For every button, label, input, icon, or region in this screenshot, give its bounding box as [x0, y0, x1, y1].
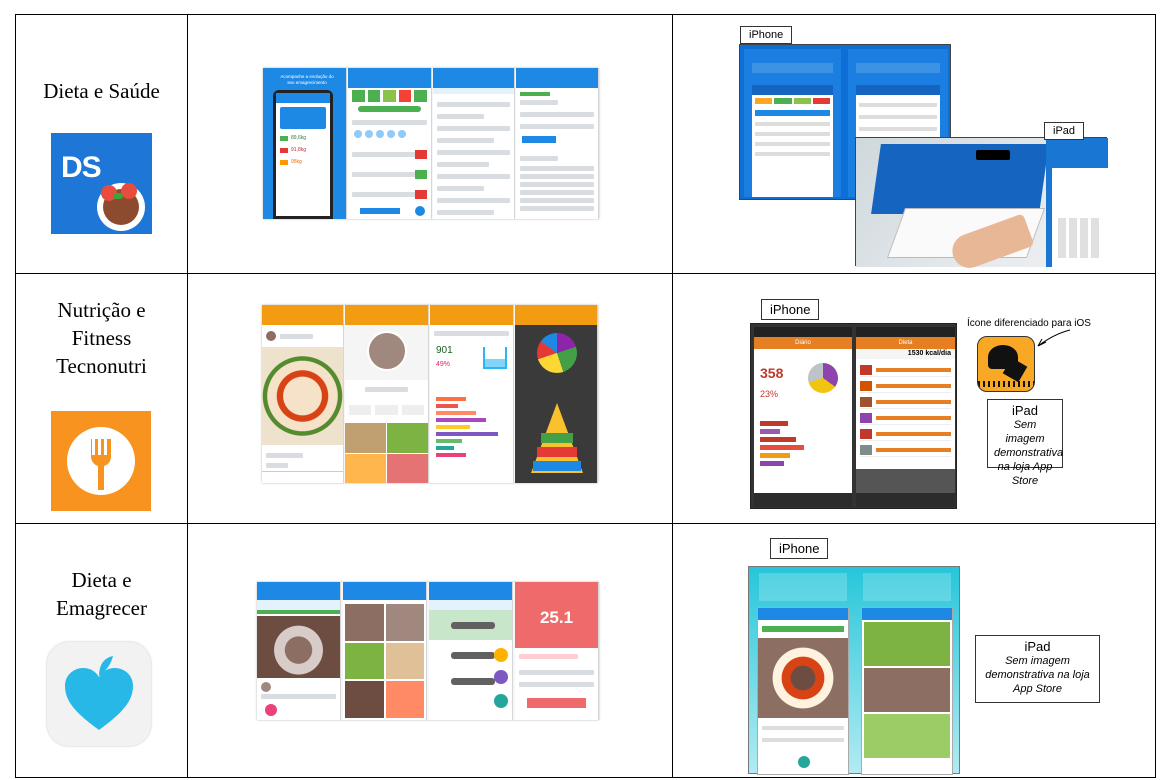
ipad-note-body: Sem imagem demonstrativa na loja App Sto…: [994, 419, 1064, 487]
ios-iphone-screenshots: Diário 358 23% Dieta 1530 kcal/dia: [750, 323, 957, 509]
screenshot-evolution: Acompanhe a evolução do seu emagreciment…: [263, 68, 347, 219]
screenshot-food-search: [433, 68, 515, 219]
ipad-label: iPad: [1044, 122, 1085, 140]
ds-logo-icon: DS: [51, 133, 152, 234]
weight-value: 89,6kg: [291, 135, 307, 141]
fork-icon: [51, 411, 151, 511]
app-cell: Nutrição e Fitness Tecnonutri: [16, 274, 187, 523]
app-name: Dieta e Saúde: [43, 79, 160, 103]
ios-icon-note: Ícone diferenciado para iOS: [967, 318, 1091, 329]
screenshot-diary: 901 49%: [430, 305, 514, 483]
promo-caption: Acompanhe a evolução do seu emagreciment…: [280, 74, 334, 85]
table-col-divider: [672, 14, 673, 778]
app-name: Nutrição e Fitness Tecnonutri: [56, 298, 147, 378]
table-border-right: [1155, 14, 1156, 778]
screenshot-plan: [515, 305, 598, 483]
screenshot-food-detail: [516, 68, 599, 219]
daily-kcal: 1530 kcal/dia: [856, 349, 955, 359]
weight-value: 91,8kg: [291, 147, 307, 153]
heart-apple-icon: [47, 642, 151, 746]
ipad-note-body: Sem imagem demonstrativa na loja App Sto…: [985, 655, 1090, 695]
screen-title: Dieta: [856, 337, 955, 349]
ipad-note-title: iPad: [1011, 403, 1039, 418]
screenshot-menu: [429, 582, 513, 720]
iphone-label: iPhone: [770, 538, 829, 559]
app-name: Dieta e Emagrecer: [56, 568, 147, 620]
table-col-divider: [187, 14, 188, 778]
ipad-note: iPad Sem imagem demonstrativa na loja Ap…: [987, 399, 1063, 487]
ios-iphone-screenshots: [748, 566, 960, 775]
imc-value: 25.1: [539, 608, 574, 627]
android-screenshots: 25.1: [257, 582, 599, 720]
screenshot-imc: 25.1: [515, 582, 599, 720]
screenshot-feed: [257, 582, 341, 720]
android-screenshots: 901 49%: [262, 305, 598, 483]
screenshot-feed: [262, 305, 344, 483]
iphone-label: iPhone: [740, 26, 793, 44]
iphone-label: iPhone: [761, 299, 820, 320]
screenshot-profile: [345, 305, 429, 483]
app-cell: Dieta e Emagrecer: [16, 524, 187, 777]
app-cell: Dieta e Saúde DS: [16, 15, 187, 273]
ipad-note: iPad Sem imagem demonstrativa na loja Ap…: [975, 635, 1100, 703]
ios-ipad-screenshots: [855, 137, 1108, 273]
pct-value: 23%: [760, 389, 779, 399]
ds-logo-text: DS: [61, 151, 102, 184]
app-comparison-table: Dieta e Saúde DS Acompanhe a evolução do…: [0, 0, 1161, 780]
screenshot-recipes: [343, 582, 427, 720]
weight-value: 95kg: [291, 159, 302, 165]
tecnonutri-ios-icon: [977, 336, 1035, 392]
screenshot-diary: [348, 68, 432, 219]
ipad-note-title: iPad: [1024, 639, 1051, 654]
screen-title: Diário: [754, 337, 852, 349]
android-screenshots: Acompanhe a evolução do seu emagreciment…: [263, 68, 599, 219]
pointer-arrow-icon: [1037, 329, 1071, 347]
kcal-value: 358: [760, 365, 784, 381]
